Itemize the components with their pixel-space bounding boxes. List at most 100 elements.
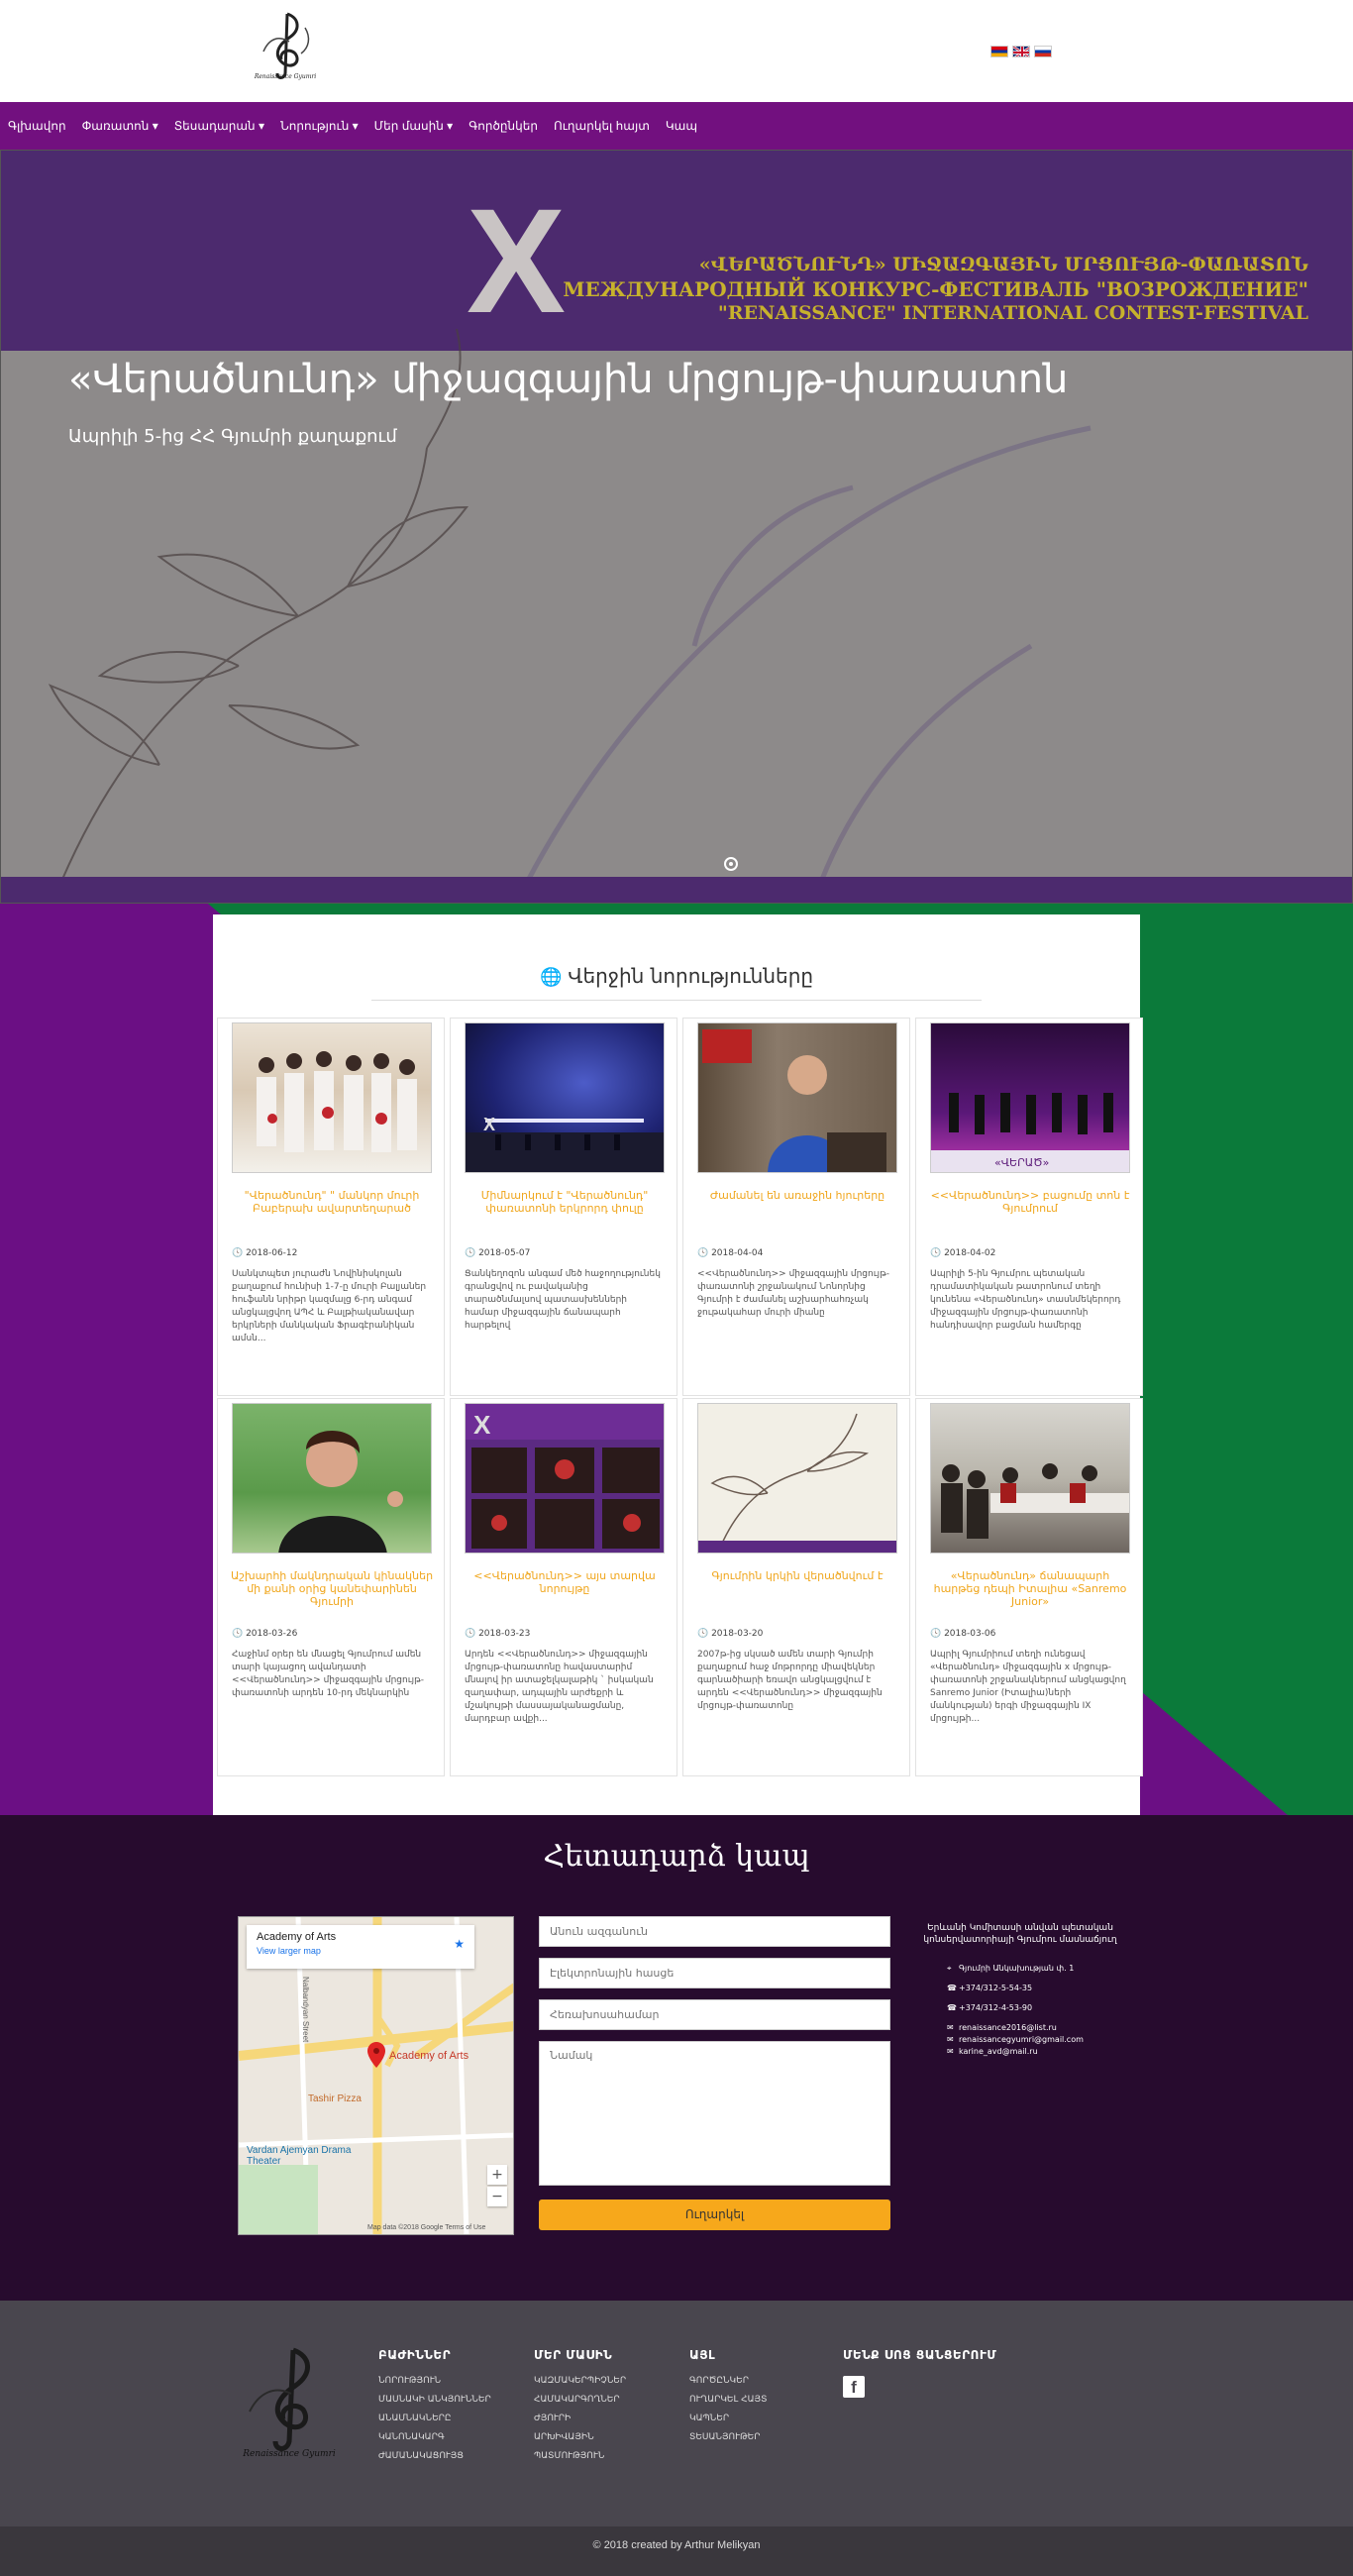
nav-contact[interactable]: Կապ [658,102,705,150]
news-excerpt: Արդեն <<Վերածնունդ>> միջազգային մրցույթ-… [465,1650,654,1724]
map-pin-label: Academy of Arts [389,2050,469,2062]
view-larger-map-link[interactable]: View larger map [257,1946,465,1956]
news-image-stage[interactable]: X [465,1022,665,1173]
phone-icon: ☎ [947,2003,957,2012]
save-star-icon[interactable]: ★ [454,1937,465,1951]
news-title[interactable]: <<Վերածնունդ>> այս տարվա նորույթը [461,1569,669,1595]
armenian-flag-icon[interactable] [990,46,1008,57]
news-title[interactable]: Միմնարկում է "Վերածնունդ" փառատոնի երկրո… [461,1189,669,1215]
footer: Renaissance Gyumri ԲԱԺԻՆՆԵՐ ՆՈՐՈՒԹՅՈՒՆ Մ… [0,2301,1353,2526]
news-image-woman[interactable] [232,1403,432,1554]
footer-link[interactable]: ՊԱՏՄՈՒԹՅՈՒՆ [534,2447,626,2466]
news-date: 🕓 2018-03-26 [232,1629,298,1639]
contact-phone-2[interactable]: ☎ +374/312-4-53-90 [947,2003,1032,2012]
news-excerpt: Սանկտպետ յուրաժն Նովինիսկոլան քաղաքում հ… [232,1269,427,1343]
map-info-card: Academy of Arts View larger map ★ [247,1925,474,1969]
map-marker-icon: ⌖ [947,1964,952,1973]
news-title[interactable]: Ժամանել են առաջին հյուրերը [693,1189,901,1202]
map-zoom-out-button[interactable]: − [487,2187,507,2206]
footer-link[interactable]: ՆՈՐՈՒԹՅՈՒՆ [378,2372,491,2391]
footer-link[interactable]: ԿԱԶՄԱԿԵՐՊԻՉՆԵՐ [534,2372,626,2391]
contact-email-1[interactable]: ✉ renaissance2016@list.ru [947,2023,1057,2032]
nav-send-application[interactable]: Ուղարկել հայտ [546,102,658,150]
footer-column-other: ԱՅԼ ԳՈՐԾԸՆԿԵՐ ՈՒՂԱՐԿԵԼ ՀԱՅՏ ԿԱՊՆԵՐ ՏԵՍԱՆ… [689,2348,767,2447]
contact-email-2[interactable]: ✉ renaissancegyumri@gmail.com [947,2035,1084,2044]
british-flag-icon[interactable] [1012,46,1030,57]
contact-email-3[interactable]: ✉ karine_avd@mail.ru [947,2047,1038,2056]
news-card[interactable]: "Վերածնունդ" " մանկոր մուրի Բաբերախ ավար… [217,1018,445,1396]
news-excerpt: Ցանկեղոզոն անգամ մեծ հաջողությունեկ գրան… [465,1269,661,1331]
nav-partners[interactable]: Գործընկեր [461,102,546,150]
news-excerpt: <<Վերածնունդ>> միջազգային մրցույթ-փառատո… [697,1269,889,1318]
news-card[interactable]: «ՎԵՐԱԾ» <<Վերածնունդ>> բացումը տոն է Գյո… [915,1018,1143,1396]
news-heading-text: Վերջին նորությունները [568,964,814,988]
russian-flag-icon[interactable] [1034,46,1052,57]
hero-slider[interactable]: X «ՎԵՐԱԾՆՈՒՆԴ» ՄԻՋԱԶԳԱՅԻՆ ՄՐՑՈՒՅԹ-ՓԱՌԱՏՈ… [0,150,1353,904]
map-poi-theater: Vardan Ajemyan Drama Theater [247,2145,352,2167]
footer-logo-text: Renaissance Gyumri [243,2449,336,2459]
news-date: 🕓 2018-03-20 [697,1629,764,1639]
hero-subtitle: Ապրիլի 5-ից ՀՀ Գյումրի քաղաքում [68,426,397,447]
footer-link[interactable]: ԿԱՆՈՆԱԿԱՐԳ [378,2428,491,2447]
news-date: 🕓 2018-06-12 [232,1248,298,1258]
footer-link[interactable]: ԺՅՈՒՐԻ [534,2410,626,2428]
nav-home[interactable]: Գլխավոր [0,102,74,150]
email-field[interactable] [539,1958,890,1988]
news-date: 🕓 2018-04-04 [697,1248,764,1258]
news-card[interactable]: Ժամանել են առաջին հյուրերը 🕓 2018-04-04 … [682,1018,910,1396]
hero-bottom-strip [1,877,1352,903]
news-card[interactable]: X <<Վերածնունդ>> այս տարվա նորույթը 🕓 20… [450,1398,677,1776]
news-image-collage[interactable]: X [465,1403,665,1554]
footer-heading: ԱՅԼ [689,2348,716,2362]
footer-link[interactable]: ԱՆԱՄՆԱԿՆԵՐԸ [378,2410,491,2428]
facebook-icon[interactable]: f [843,2376,865,2398]
news-card[interactable]: X Միմնարկում է "Վերածնունդ" փառատոնի երկ… [450,1018,677,1396]
footer-link[interactable]: ՈՒՂԱՐԿԵԼ ՀԱՅՏ [689,2391,767,2410]
phone-icon: ☎ [947,1984,957,1992]
map-zoom-in-button[interactable]: + [487,2165,507,2185]
footer-logo[interactable]: Renaissance Gyumri [230,2342,349,2461]
news-date: 🕓 2018-05-07 [465,1248,531,1258]
news-image-man[interactable] [697,1022,897,1173]
hero-title: «Վերածնունդ» միջազգային մրցույթ-փառատոն [68,357,1069,402]
news-image-meeting[interactable] [930,1403,1130,1554]
footer-link[interactable]: ԿԱՊՆԵՐ [689,2410,767,2428]
footer-link[interactable]: ԳՈՐԾԸՆԿԵՐ [689,2372,767,2391]
nav-about[interactable]: Մեր մասին ▾ [366,102,462,150]
footer-link[interactable]: ԺԱՄԱՆԱԿԱՑՈՒՅՑ [378,2447,491,2466]
svg-text:«ՎԵՐԱԾ»: «ՎԵՐԱԾ» [994,1156,1049,1169]
globe-icon: 🌐 [539,967,563,988]
map-street-label: Nalbandyan Street [301,1977,310,2043]
phone-field[interactable] [539,1999,890,2030]
nav-news[interactable]: Նորություն ▾ [272,102,366,150]
footer-link[interactable]: ԱՐԽԻՎԱՅԻՆ [534,2428,626,2447]
footer-link[interactable]: ՀԱՄԱԿԱՐԳՈՂՆԵՐ [534,2391,626,2410]
send-button[interactable]: Ուղարկել [539,2200,890,2230]
news-card[interactable]: «Վերածնունդ» ճանապարհ հարթեց դեպի Իտալիա… [915,1398,1143,1776]
news-divider [371,1000,982,1001]
map-pin-icon[interactable] [367,2042,385,2068]
site-logo[interactable]: Renaissance Gyumri [250,8,321,85]
footer-link[interactable]: ՏԵՍԱՆՅՈՒԹԵՐ [689,2428,767,2447]
message-field[interactable] [539,2041,890,2186]
nav-festival[interactable]: Փառատոն ▾ [74,102,166,150]
news-title[interactable]: Աշխարհի մակնդրական կինակներ մի քանի օրից… [228,1569,436,1608]
news-image-kids[interactable] [232,1022,432,1173]
contact-organization: Երևանի Կոմիտասի անվան պետական կոնսերվատո… [923,1923,1117,1945]
slider-indicator[interactable] [724,857,738,871]
news-title[interactable]: "Վերածնունդ" " մանկոր մուրի Բաբերախ ավար… [228,1189,436,1215]
name-field[interactable] [539,1916,890,1947]
news-title[interactable]: <<Վերածնունդ>> բացումը տոն է Գյումրում [926,1189,1134,1215]
contact-phone-1[interactable]: ☎ +374/312-5-54-35 [947,1984,1032,1992]
news-title[interactable]: Գյումրին կրկին վերածնվում է [693,1569,901,1582]
news-image-concert[interactable]: «ՎԵՐԱԾ» [930,1022,1130,1173]
envelope-icon: ✉ [947,2047,954,2056]
footer-link[interactable]: ՄԱՍՆԱԿԻ ԱՆԿՅՈՒՆՆԵՐ [378,2391,491,2410]
latest-news-section: 🌐 Վերջին նորությունները "Վերածնունդ" " մա… [213,914,1143,1816]
news-image-poster[interactable] [697,1403,897,1554]
google-map[interactable]: Academy of Arts View larger map ★ Academ… [238,1916,514,2235]
news-card[interactable]: Գյումրին կրկին վերածնվում է 🕓 2018-03-20… [682,1398,910,1776]
news-card[interactable]: Աշխարհի մակնդրական կինակներ մի քանի օրից… [217,1398,445,1776]
news-title[interactable]: «Վերածնունդ» ճանապարհ հարթեց դեպի Իտալիա… [926,1569,1134,1608]
nav-videos[interactable]: Տեսադարան ▾ [166,102,272,150]
